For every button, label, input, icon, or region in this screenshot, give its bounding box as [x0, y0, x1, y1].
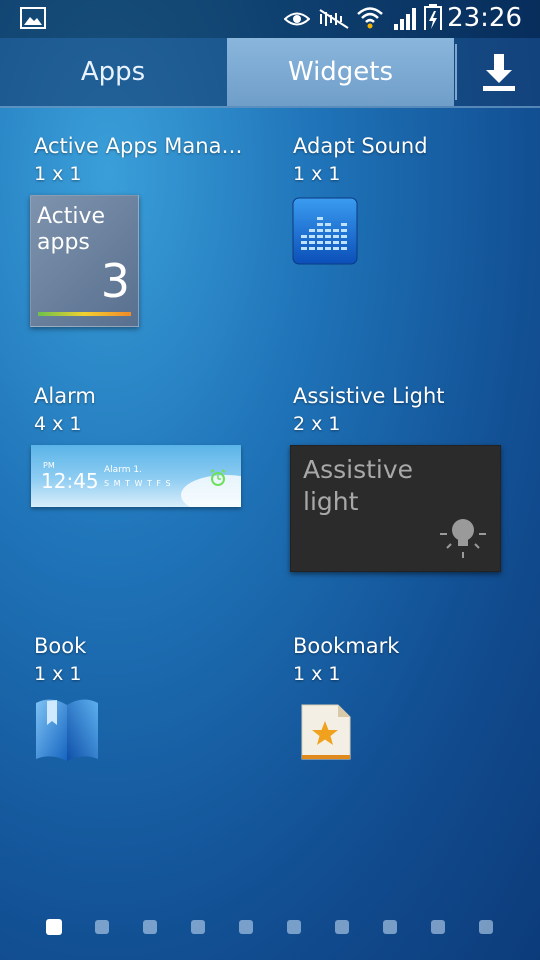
widget-title: Assistive Light — [293, 384, 445, 408]
tab-apps[interactable]: Apps — [0, 38, 226, 106]
tab-divider — [455, 44, 457, 100]
status-time: 23:26 — [447, 3, 522, 33]
widget-size: 2 x 1 — [293, 413, 341, 435]
widget-item-assistive-light[interactable]: Assistive Light 2 x 1 — [293, 384, 533, 435]
page-dot-6[interactable] — [287, 920, 301, 934]
assistive-light-preview[interactable]: Assistive light — [290, 445, 501, 572]
widget-title: Book — [34, 634, 87, 658]
widget-size: 1 x 1 — [34, 663, 82, 685]
active-apps-meter — [38, 312, 131, 316]
gallery-icon — [20, 7, 46, 29]
bookmark-icon[interactable] — [300, 703, 352, 761]
page-dot-2[interactable] — [95, 920, 109, 934]
eye-icon — [284, 12, 310, 26]
light-bulb-icon — [440, 519, 486, 558]
page-dot-3[interactable] — [143, 920, 157, 934]
page-dot-9[interactable] — [431, 920, 445, 934]
signal-icon — [394, 8, 416, 30]
adapt-sound-icon[interactable] — [292, 197, 358, 265]
page-dot-7[interactable] — [335, 920, 349, 934]
page-dot-1[interactable] — [46, 919, 62, 935]
widget-title: Active Apps Mana… — [34, 134, 243, 158]
page-dot-4[interactable] — [191, 920, 205, 934]
widget-size: 1 x 1 — [293, 163, 341, 185]
widget-item-bookmark[interactable]: Bookmark 1 x 1 — [293, 634, 533, 685]
download-icon — [483, 54, 515, 91]
widget-title: Bookmark — [293, 634, 400, 658]
page-dot-10[interactable] — [479, 920, 493, 934]
widget-title: Adapt Sound — [293, 134, 428, 158]
widget-title: Alarm — [34, 384, 96, 408]
alarm-days: S M T W T F S — [104, 479, 172, 488]
widget-size: 4 x 1 — [34, 413, 82, 435]
page-indicator — [0, 919, 540, 940]
widget-size: 1 x 1 — [293, 663, 341, 685]
page-dot-8[interactable] — [383, 920, 397, 934]
widget-item-book[interactable]: Book 1 x 1 — [34, 634, 274, 685]
alarm-name: Alarm 1. — [104, 465, 142, 475]
assistive-light-label-2: light — [303, 487, 359, 516]
active-apps-label-1: Active — [37, 204, 106, 229]
battery-charging-icon — [424, 4, 442, 30]
widget-item-alarm[interactable]: Alarm 4 x 1 — [34, 384, 274, 435]
active-apps-count: 3 — [100, 254, 130, 308]
tab-widgets[interactable]: Widgets — [227, 38, 454, 106]
wifi-icon — [357, 7, 383, 29]
page-dot-5[interactable] — [239, 920, 253, 934]
alarm-preview[interactable]: PM 12:45 Alarm 1. S M T W T F S — [31, 445, 241, 507]
download-button[interactable] — [458, 38, 540, 106]
assistive-light-label-1: Assistive — [303, 455, 414, 484]
active-apps-label-2: apps — [37, 230, 90, 255]
widget-item-active-apps[interactable]: Active Apps Mana… 1 x 1 — [34, 134, 274, 185]
alarm-time: 12:45 — [41, 469, 99, 493]
active-apps-preview[interactable]: Active apps 3 — [30, 195, 139, 327]
mute-icon — [319, 9, 349, 29]
tab-bar: Apps Widgets — [0, 38, 540, 108]
widget-size: 1 x 1 — [34, 163, 82, 185]
alarm-clock-icon — [210, 469, 226, 486]
status-bar: 23:26 — [0, 0, 540, 38]
book-icon[interactable] — [33, 695, 101, 765]
widget-item-adapt-sound[interactable]: Adapt Sound 1 x 1 — [293, 134, 533, 185]
